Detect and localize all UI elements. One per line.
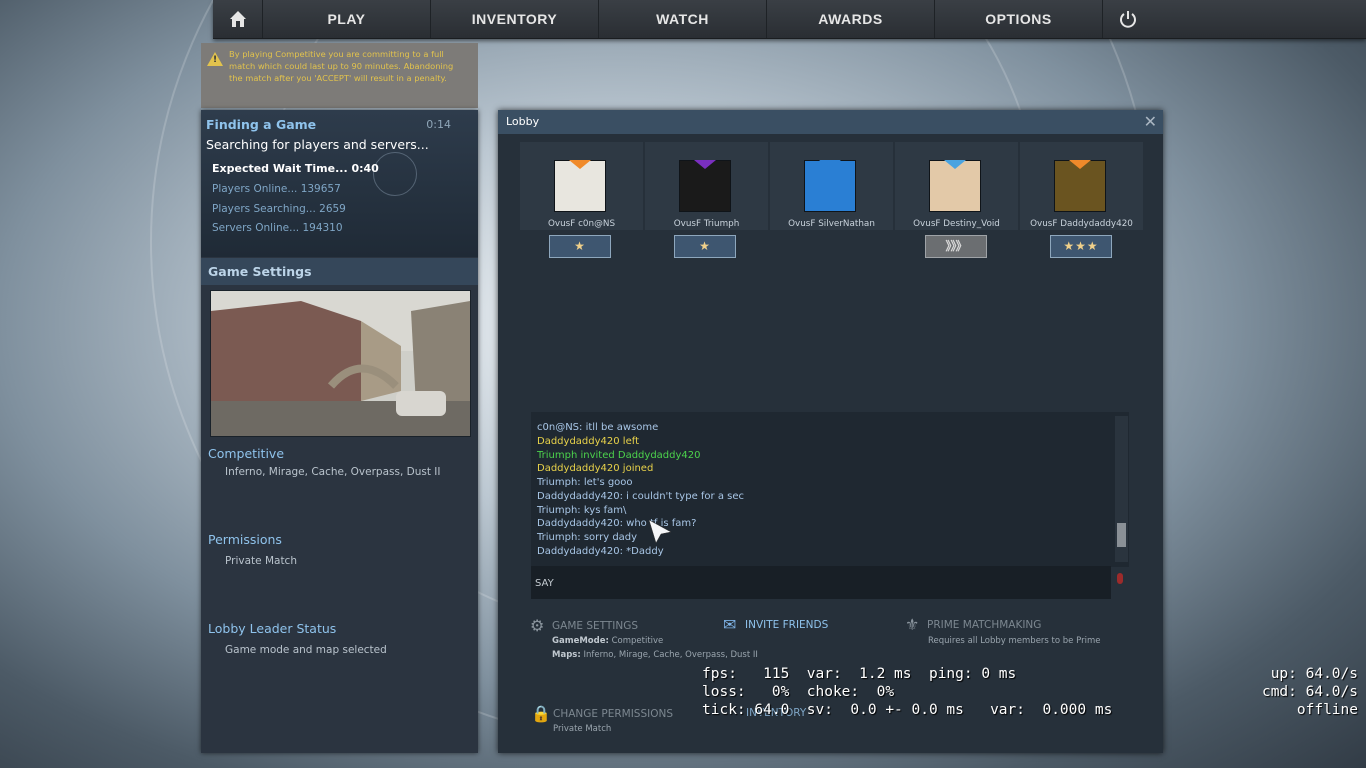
rank-gold-nova-3-icon: ★★★ [1050, 235, 1112, 258]
close-icon[interactable]: ✕ [1144, 112, 1157, 131]
netgraph-line: loss: 0% choke: 0% [702, 684, 895, 700]
permissions-info: Private Match [553, 724, 612, 734]
game-maps-value: Inferno, Mirage, Cache, Overpass, Dust I… [225, 466, 441, 478]
permissions-label: Permissions [208, 532, 282, 547]
search-spinner-icon [373, 152, 417, 196]
players-online: Players Online... 139657 [212, 183, 341, 195]
chat-line: Triumph: sorry dady [537, 532, 638, 543]
map-thumbnail [210, 290, 471, 437]
lobby-chat: c0n@NS: itll be awsome Daddydaddy420 lef… [531, 412, 1129, 567]
game-mode-label: Competitive [208, 446, 285, 461]
chat-input[interactable]: SAY [531, 566, 1111, 599]
players-searching: Players Searching... 2659 [212, 203, 346, 215]
power-button[interactable] [1103, 0, 1153, 38]
game-mode-info: GameMode: Competitive [552, 636, 664, 646]
cursor-icon [648, 519, 672, 544]
say-label: SAY [535, 578, 554, 589]
game-settings-title: Game Settings [208, 264, 312, 279]
left-panel: Finding a Game 0:14 Searching for player… [201, 110, 478, 753]
top-nav: PLAY INVENTORY WATCH AWARDS OPTIONS [213, 0, 1366, 39]
nav-options[interactable]: OPTIONS [935, 0, 1103, 38]
prime-requirement: Requires all Lobby members to be Prime [928, 636, 1101, 646]
permissions-value: Private Match [225, 555, 297, 567]
power-icon [1120, 11, 1136, 28]
member-name: OvusF SilverNathan [788, 219, 875, 229]
lobby-header: Lobby ✕ [498, 110, 1163, 134]
lobby-title: Lobby [506, 115, 540, 128]
expected-wait: Expected Wait Time... 0:40 [212, 162, 379, 175]
chat-line: Daddydaddy420: *Daddy [537, 546, 664, 557]
netgraph-line: fps: 115 var: 1.2 ms ping: 0 ms [702, 666, 1017, 682]
gear-icon: ⚙ [530, 616, 545, 635]
servers-online: Servers Online... 194310 [212, 222, 343, 234]
maps-info: Maps: Inferno, Mirage, Cache, Overpass, … [552, 650, 758, 660]
leader-status-value: Game mode and map selected [225, 644, 387, 656]
game-settings-button[interactable]: GAME SETTINGS [552, 620, 638, 632]
chat-line: Triumph: let's gooo [537, 477, 633, 488]
avatar-marker-icon [694, 160, 716, 169]
member-name: OvusF c0n@NS [547, 219, 616, 229]
competitive-warning: By playing Competitive you are committin… [201, 43, 478, 108]
chat-line: Daddydaddy420 left [537, 436, 639, 447]
chat-scroll-thumb[interactable] [1117, 523, 1126, 547]
change-permissions-button[interactable]: CHANGE PERMISSIONS [553, 708, 673, 720]
nav-watch[interactable]: WATCH [599, 0, 767, 38]
game-settings-header: Game Settings [201, 258, 478, 285]
chat-line: Daddydaddy420 joined [537, 463, 654, 474]
envelope-icon: ✉ [723, 615, 737, 634]
prime-icon: ⚜ [905, 615, 920, 634]
lobby-panel: Lobby ✕ OvusF c0n@NS OvusF Triumph OvusF… [498, 110, 1163, 753]
home-button[interactable] [213, 0, 263, 38]
netgraph-up: up: 64.0/s [1270, 666, 1358, 682]
warning-text: By playing Competitive you are committin… [229, 49, 454, 83]
lobby-member[interactable]: OvusF Destiny_Void [895, 142, 1018, 230]
avatar-marker-icon [944, 160, 966, 169]
avatar-marker-icon [1069, 160, 1091, 169]
warning-icon [207, 52, 223, 66]
chat-line: Triumph invited Daddydaddy420 [537, 450, 701, 461]
nav-play[interactable]: PLAY [263, 0, 431, 38]
leader-status-label: Lobby Leader Status [208, 621, 337, 636]
avatar-marker-icon [819, 160, 841, 169]
netgraph-line: tick: 64.0 sv: 0.0 +- 0.0 ms var: 0.000 … [702, 702, 1113, 718]
search-timer: 0:14 [426, 118, 451, 131]
lock-icon: 🔒 [531, 704, 551, 723]
nav-awards[interactable]: AWARDS [767, 0, 935, 38]
member-name: OvusF Destiny_Void [913, 219, 1000, 229]
member-name: OvusF Triumph [673, 219, 740, 229]
member-name: OvusF Daddydaddy420 [1030, 219, 1133, 229]
lobby-member[interactable]: OvusF c0n@NS [520, 142, 643, 230]
chat-line: Triumph: kys fam\ [537, 505, 627, 516]
lobby-member[interactable]: OvusF Triumph [645, 142, 768, 230]
avatar-marker-icon [569, 160, 591, 169]
nav-inventory[interactable]: INVENTORY [431, 0, 599, 38]
finding-title: Finding a Game [206, 117, 317, 132]
lobby-member[interactable]: OvusF SilverNathan [770, 142, 893, 230]
chat-line: c0n@NS: itll be awsome [537, 422, 659, 433]
netgraph-cmd: cmd: 64.0/s [1261, 684, 1358, 700]
home-icon [229, 11, 246, 27]
rank-gold-nova-icon: ★ [674, 235, 736, 258]
chat-line: Daddydaddy420: i couldn't type for a sec [537, 491, 745, 502]
finding-game-box: Finding a Game 0:14 Searching for player… [201, 110, 478, 257]
netgraph-status: offline [1296, 702, 1358, 718]
lobby-member[interactable]: OvusF Daddydaddy420 [1020, 142, 1143, 230]
rank-gold-nova-icon: ★ [549, 235, 611, 258]
prime-matchmaking-button[interactable]: PRIME MATCHMAKING [927, 619, 1041, 631]
invite-friends-button[interactable]: INVITE FRIENDS [745, 619, 828, 631]
search-status: Searching for players and servers... [206, 137, 429, 152]
microphone-icon[interactable] [1117, 573, 1123, 584]
rank-silver-elite-icon: 》》》 [925, 235, 987, 258]
